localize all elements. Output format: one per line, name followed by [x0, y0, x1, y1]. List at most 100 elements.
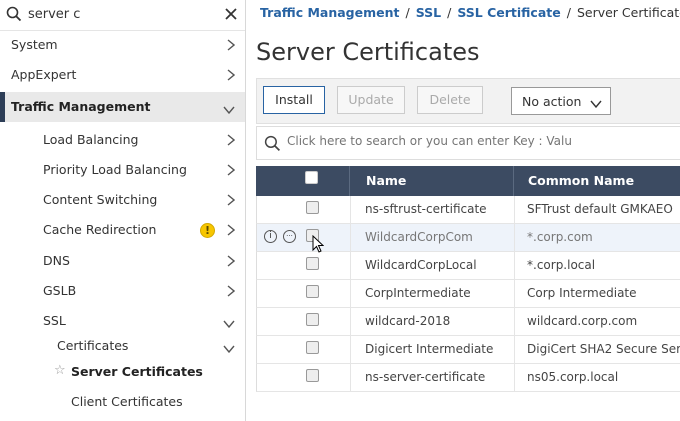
cell-common-name: *.corp.local [527, 258, 596, 272]
cell-common-name: wildcard.corp.com [527, 314, 638, 328]
row-checkbox[interactable] [306, 369, 319, 382]
cell-name: CorpIntermediate [365, 286, 471, 300]
column-header-common-name[interactable]: Common Name [528, 173, 634, 188]
cell-common-name: SFTrust default GMKAEO [527, 202, 673, 216]
table-search-input[interactable] [287, 134, 677, 148]
row-checkbox[interactable] [306, 201, 319, 214]
chevron-right-icon [227, 194, 236, 209]
sidebar-item-label: Content Switching [43, 192, 158, 207]
chevron-right-icon [227, 224, 236, 239]
column-header-name[interactable]: Name [366, 173, 406, 188]
chevron-down-icon [590, 97, 602, 111]
row-checkbox[interactable] [306, 285, 319, 298]
table-search [256, 126, 680, 160]
action-select[interactable]: No action [511, 87, 611, 115]
table-row[interactable]: wildcard-2018 wildcard.corp.com [256, 308, 680, 336]
column-divider [514, 224, 515, 251]
cell-common-name: DigiCert SHA2 Secure Server [527, 342, 680, 356]
sidebar-item-content-switching[interactable]: Content Switching [0, 185, 245, 215]
row-checkbox[interactable] [306, 341, 319, 354]
column-divider [514, 280, 515, 307]
cursor-icon [312, 234, 325, 256]
more-icon[interactable]: ··· [283, 230, 296, 243]
column-divider [514, 252, 515, 279]
search-icon [264, 135, 281, 155]
column-divider [513, 166, 514, 196]
sidebar: System AppExpert Traffic Management Load… [0, 0, 246, 421]
chevron-right-icon [227, 285, 236, 300]
cell-name: Digicert Intermediate [365, 342, 494, 356]
sidebar-item-server-certificates[interactable]: ☆ Server Certificates [0, 357, 245, 387]
column-divider [350, 364, 351, 391]
install-button[interactable]: Install [263, 86, 325, 114]
column-divider [350, 280, 351, 307]
row-checkbox[interactable] [306, 257, 319, 270]
breadcrumb-link[interactable]: SSL [416, 5, 441, 20]
column-divider [350, 308, 351, 335]
cell-name: WildcardCorpCom [365, 230, 473, 244]
sidebar-item-label: Traffic Management [11, 99, 151, 114]
breadcrumb-current: Server Certificates [576, 5, 680, 20]
sidebar-item-system[interactable]: System [0, 30, 245, 60]
sidebar-search-input[interactable] [28, 5, 208, 23]
sidebar-item-appexpert[interactable]: AppExpert [0, 60, 245, 90]
breadcrumb-link[interactable]: SSL Certificate [457, 5, 560, 20]
delete-button[interactable]: Delete [417, 86, 483, 114]
column-divider [514, 364, 515, 391]
sidebar-item-dns[interactable]: DNS [0, 246, 245, 276]
sidebar-item-label: DNS [43, 253, 70, 268]
sidebar-item-label: Client Certificates [71, 394, 183, 409]
certificates-table: Name Common Name ns-sftrust-certificate … [256, 166, 680, 392]
action-select-value: No action [522, 94, 582, 109]
column-divider [349, 166, 350, 196]
sidebar-item-traffic-management[interactable]: Traffic Management [0, 92, 245, 122]
sidebar-item-label: SSL [43, 313, 66, 328]
table-row[interactable]: ns-sftrust-certificate SFTrust default G… [256, 196, 680, 224]
cell-common-name: ns05.corp.local [527, 370, 619, 384]
table-row[interactable]: ns-server-certificate ns05.corp.local [256, 364, 680, 392]
sidebar-item-label: Load Balancing [43, 132, 139, 147]
cell-name: WildcardCorpLocal [365, 258, 477, 272]
column-divider [350, 336, 351, 363]
column-divider [350, 196, 351, 223]
table-row[interactable]: WildcardCorpLocal *.corp.local [256, 252, 680, 280]
column-divider [350, 224, 351, 251]
info-icon[interactable]: i [264, 230, 277, 243]
breadcrumb: Traffic Management / SSL / SSL Certificate / S… [260, 5, 680, 20]
main-content: Traffic Management / SSL / SSL Certificate / S… [246, 0, 680, 421]
page-title: Server Certificates [256, 38, 480, 66]
chevron-right-icon [227, 164, 236, 179]
column-divider [514, 336, 515, 363]
sidebar-item-load-balancing[interactable]: Load Balancing [0, 125, 245, 155]
sidebar-item-label: Cache Redirection [43, 222, 157, 237]
column-divider [514, 308, 515, 335]
breadcrumb-link[interactable]: Traffic Management [260, 5, 399, 20]
chevron-down-icon [223, 103, 235, 117]
toolbar: Install Update Delete No action [256, 78, 680, 124]
sidebar-item-cache-redirection[interactable]: Cache Redirection ! [0, 215, 245, 245]
warning-icon: ! [200, 223, 215, 238]
table-row[interactable]: CorpIntermediate Corp Intermediate [256, 280, 680, 308]
table-row[interactable]: Digicert Intermediate DigiCert SHA2 Secu… [256, 336, 680, 364]
select-all-checkbox[interactable] [305, 171, 318, 184]
sidebar-item-label: AppExpert [11, 67, 77, 82]
row-checkbox[interactable] [306, 313, 319, 326]
chevron-down-icon [223, 342, 235, 356]
sidebar-item-label: Certificates [57, 338, 129, 353]
chevron-right-icon [227, 69, 236, 84]
star-icon[interactable]: ☆ [54, 363, 66, 378]
update-button[interactable]: Update [337, 86, 405, 114]
chevron-down-icon [223, 317, 235, 331]
chevron-right-icon [227, 255, 236, 270]
close-icon[interactable] [225, 8, 237, 23]
sidebar-item-client-certificates[interactable]: Client Certificates [0, 387, 245, 417]
sidebar-search [0, 0, 245, 31]
sidebar-item-label: Priority Load Balancing [43, 162, 187, 177]
sidebar-item-label: GSLB [43, 283, 77, 298]
breadcrumb-separator: / [566, 5, 571, 20]
sidebar-item-gslb[interactable]: GSLB [0, 276, 245, 306]
cell-name: ns-server-certificate [365, 370, 486, 384]
chevron-right-icon [227, 39, 236, 54]
sidebar-item-priority-load-balancing[interactable]: Priority Load Balancing [0, 155, 245, 185]
search-icon [6, 6, 22, 25]
